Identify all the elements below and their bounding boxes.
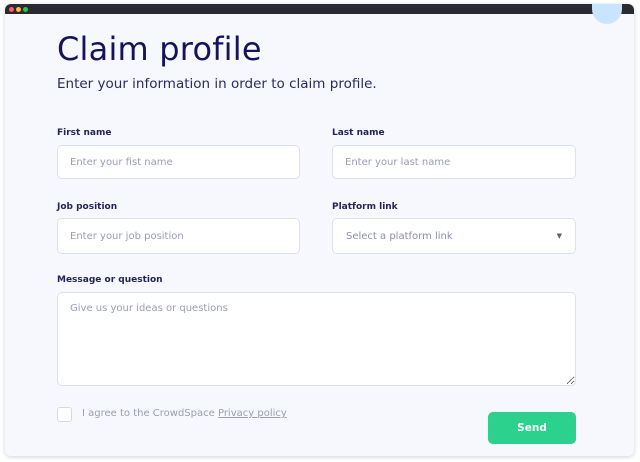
window-titlebar [5,4,634,14]
close-window-icon[interactable] [9,7,14,12]
platform-link-selected: Select a platform link [346,230,453,242]
job-position-input[interactable] [57,218,300,254]
platform-link-label: Platform link [332,202,398,212]
caret-down-icon: ▼ [556,232,562,240]
agree-checkbox[interactable] [57,407,72,422]
first-name-input[interactable] [57,145,300,179]
minimize-window-icon[interactable] [16,7,21,12]
page-title: Claim profile [57,30,262,68]
privacy-policy-link[interactable]: Privacy policy [218,408,287,419]
message-textarea[interactable] [57,292,576,386]
last-name-input[interactable] [332,145,576,179]
maximize-window-icon[interactable] [23,7,28,12]
page-subtitle: Enter your information in order to claim… [57,76,377,92]
message-label: Message or question [57,275,163,285]
agree-text: I agree to the CrowdSpace Privacy policy [82,408,287,419]
agree-label: I agree to the CrowdSpace [82,408,218,419]
last-name-label: Last name [332,128,385,138]
platform-link-select[interactable]: Select a platform link ▼ [332,218,576,254]
job-position-label: Job position [57,202,118,212]
decorative-blob [592,4,622,24]
browser-window: Claim profile Enter your information in … [5,4,634,456]
send-button[interactable]: Send [488,412,576,444]
first-name-label: First name [57,128,112,138]
